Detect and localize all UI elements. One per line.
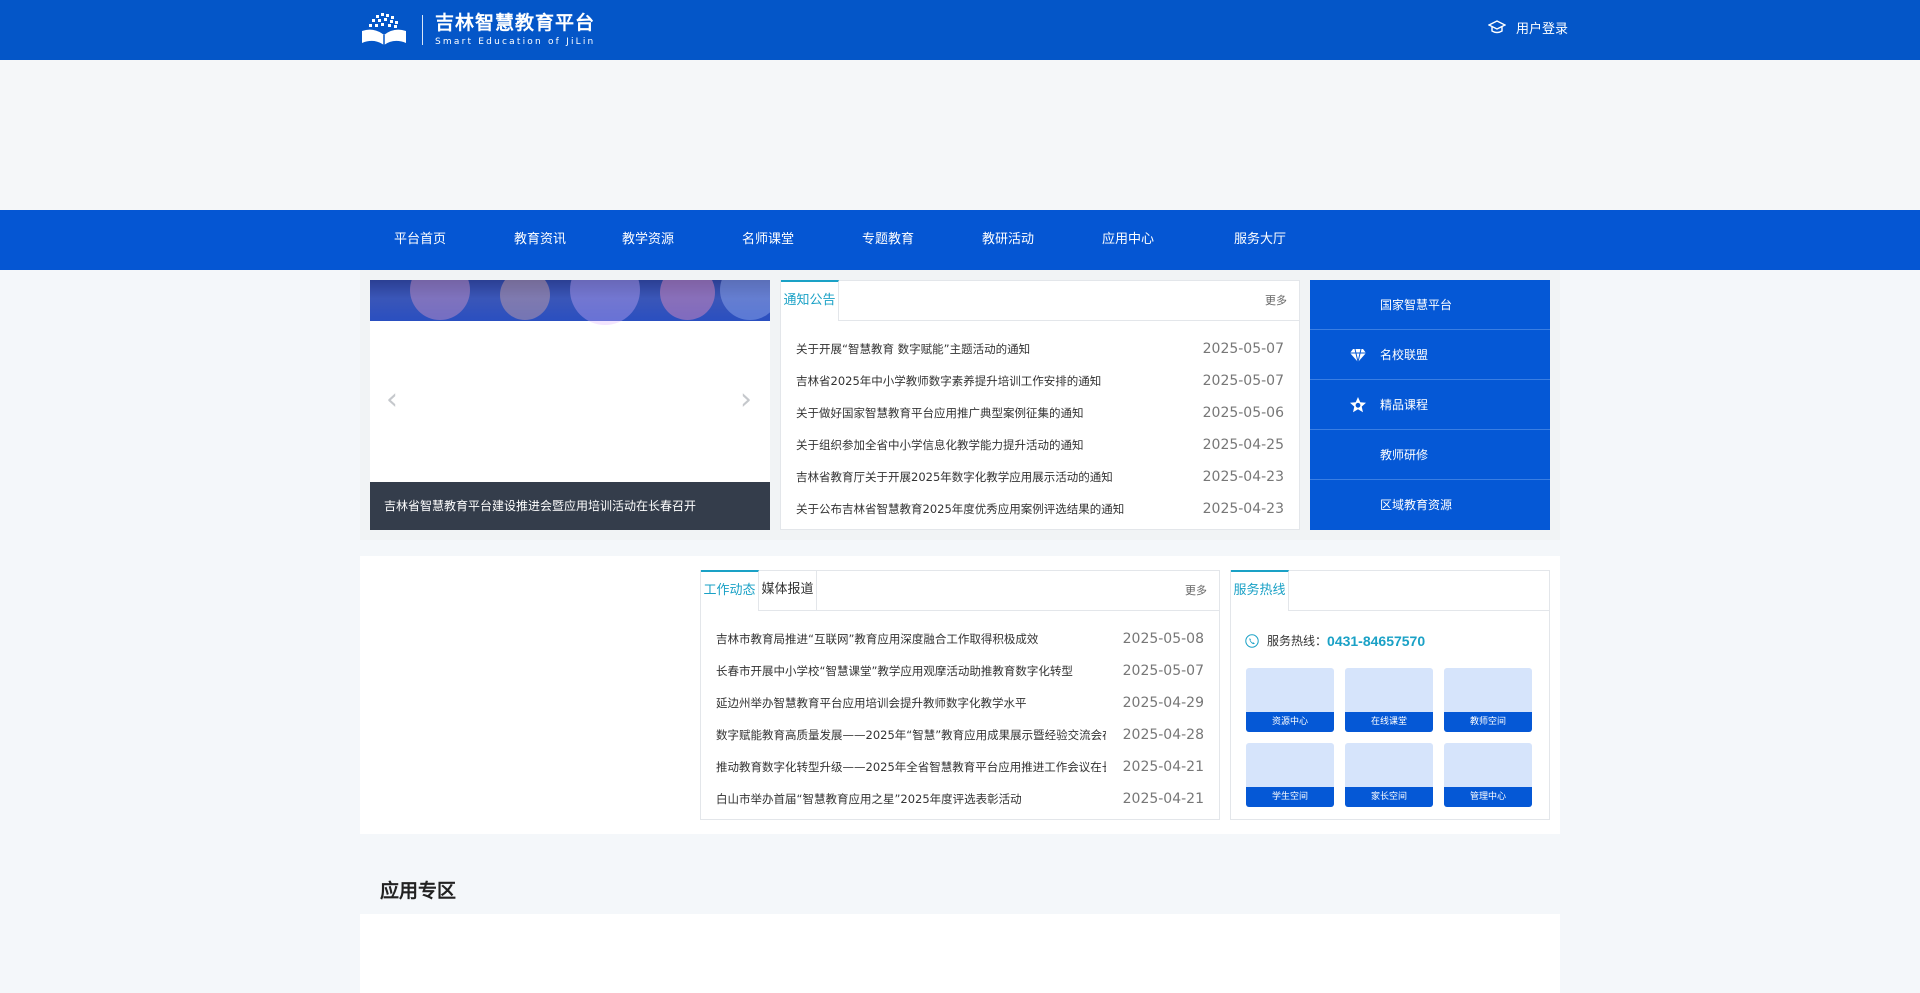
quick-link-menu: 国家智慧平台 名校联盟 精品课程 教师研修 区域教育资源 [1310,280,1550,530]
carousel-prev-arrow-icon[interactable]: ‹ [386,385,398,415]
nav-item-news[interactable]: 教育资讯 [514,210,566,270]
login-label: 用户登录 [1516,22,1569,37]
hotline-number: 0431-84657570 [1327,632,1426,649]
notice-more-link[interactable]: 更多 [1265,281,1287,321]
top-header: 吉林智慧教育平台 Smart Education of JiLin 用户登录 [0,0,1920,60]
nav-item-classroom[interactable]: 名师课堂 [742,210,794,270]
update-item[interactable]: 数字赋能教育高质量发展——2025年“智慧”教育应用成果展示暨经验交流会在四平市… [716,719,1106,751]
notice-item[interactable]: 关于做好国家智慧教育平台应用推广典型案例征集的通知 [796,397,1084,429]
update-date: 2025-05-08 [1122,631,1204,647]
update-item[interactable]: 延边州举办智慧教育平台应用培训会提升教师数字化教学水平 [716,687,1027,719]
section-title: 应用专区 [380,880,457,902]
carousel-next-arrow-icon[interactable]: › [740,385,752,415]
nav-item-resources[interactable]: 教学资源 [622,210,674,270]
menu-item-label: 精品课程 [1380,398,1429,412]
tab-service-hotline[interactable]: 服务热线 [1231,570,1289,611]
notice-box-header: 通知公告 更多 [781,280,1299,321]
nav-item-home[interactable]: 平台首页 [394,210,446,270]
notice-item[interactable]: 吉林省教育厅关于开展2025年数字化教学应用展示活动的通知 [796,461,1113,493]
notice-item[interactable]: 关于组织参加全省中小学信息化教学能力提升活动的通知 [796,429,1084,461]
tab-work-updates[interactable]: 工作动态 [701,570,759,611]
notice-item[interactable]: 关于公布吉林省智慧教育2025年度优秀应用案例评选结果的通知 [796,493,1124,525]
updates-box-header: 工作动态 媒体报道 更多 [701,570,1219,611]
service-tile-label: 在线课堂 [1345,712,1433,732]
section-content [360,914,1560,993]
update-date: 2025-04-21 [1122,759,1204,775]
diamond-icon [1350,348,1366,363]
update-date: 2025-04-29 [1122,695,1204,711]
banner-area [0,60,1920,210]
login-link[interactable]: 用户登录 [1488,18,1568,37]
main-nav: 平台首页 教育资讯 教学资源 名师课堂 专题教育 教研活动 应用中心 服务大厅 [0,210,1920,270]
update-date: 2025-05-07 [1122,663,1204,679]
image-carousel[interactable]: ‹ › 吉林省智慧教育平台建设推进会暨应用培训活动在长春召开 [370,280,770,530]
service-tile[interactable]: 教师空间 [1444,668,1532,732]
service-tile[interactable]: 在线课堂 [1345,668,1433,732]
star-badge-icon [1350,397,1366,413]
update-item[interactable]: 白山市举办首届“智慧教育应用之星”2025年度评选表彰活动 [716,783,1022,815]
notice-item[interactable]: 吉林省2025年中小学教师数字素养提升培训工作安排的通知 [796,365,1101,397]
service-tile-label: 管理中心 [1444,787,1532,807]
notice-date: 2025-04-23 [1202,501,1284,517]
hotline-separator: ： [1315,634,1328,648]
logo-divider [422,15,423,45]
notice-date: 2025-05-07 [1202,373,1284,389]
updates-box: 工作动态 媒体报道 更多 吉林市教育局推进“互联网”教育应用深度融合工作取得积极… [700,570,1220,820]
menu-item-regional-resources[interactable]: 区域教育资源 [1310,480,1550,530]
service-tile[interactable]: 家长空间 [1345,743,1433,807]
open-book-logo-icon [362,13,406,45]
notice-date: 2025-05-06 [1202,405,1284,421]
menu-item-teacher-training[interactable]: 教师研修 [1310,430,1550,480]
hotline-label: 服务热线 [1267,634,1316,648]
logo-subtitle: Smart Education of JiLin [435,37,596,47]
updates-more-link[interactable]: 更多 [1185,571,1207,611]
notice-date: 2025-04-23 [1202,469,1284,485]
carousel-image [370,280,770,325]
graduation-cap-icon [1488,19,1506,33]
notice-date: 2025-05-07 [1202,341,1284,357]
service-tile[interactable]: 学生空间 [1246,743,1334,807]
hotline-info: 服务热线 ： 0431-84657570 [1245,632,1425,649]
phone-icon [1245,633,1259,648]
nav-item-apps[interactable]: 应用中心 [1102,210,1154,270]
update-item[interactable]: 长春市开展中小学校“智慧课堂”教学应用观摩活动助推教育数字化转型 [716,655,1073,687]
menu-item-national-platform[interactable]: 国家智慧平台 [1310,280,1550,330]
service-tile-label: 家长空间 [1345,787,1433,807]
site-logo[interactable]: 吉林智慧教育平台 Smart Education of JiLin [360,11,595,49]
nav-item-topics[interactable]: 专题教育 [862,210,914,270]
notice-item[interactable]: 关于开展“智慧教育 数字赋能”主题活动的通知 [796,333,1030,365]
service-tile-label: 学生空间 [1246,787,1334,807]
notice-box: 通知公告 更多 关于开展“智慧教育 数字赋能”主题活动的通知 2025-05-0… [780,280,1300,530]
service-box-header: 服务热线 [1231,570,1549,611]
tab-notices[interactable]: 通知公告 [781,280,839,321]
menu-item-label: 国家智慧平台 [1380,298,1453,312]
carousel-caption[interactable]: 吉林省智慧教育平台建设推进会暨应用培训活动在长春召开 [370,482,770,530]
update-item[interactable]: 吉林市教育局推进“互联网”教育应用深度融合工作取得积极成效 [716,623,1038,655]
tab-media-reports[interactable]: 媒体报道 [759,570,817,611]
update-date: 2025-04-21 [1122,791,1204,807]
nav-item-services[interactable]: 服务大厅 [1234,210,1286,270]
notice-date: 2025-04-25 [1202,437,1284,453]
update-date: 2025-04-28 [1122,727,1204,743]
menu-item-label: 区域教育资源 [1380,498,1453,512]
service-tile[interactable]: 管理中心 [1444,743,1532,807]
menu-item-label: 教师研修 [1380,448,1429,462]
service-tile-label: 资源中心 [1246,712,1334,732]
menu-item-label: 名校联盟 [1380,348,1429,362]
update-item[interactable]: 推动教育数字化转型升级——2025年全省智慧教育平台应用推进工作会议在长春召开取… [716,751,1106,783]
logo-text: 吉林智慧教育平台 Smart Education of JiLin [435,12,595,48]
service-tile[interactable]: 资源中心 [1246,668,1334,732]
logo-title: 吉林智慧教育平台 [435,12,596,34]
service-tile-label: 教师空间 [1444,712,1532,732]
menu-item-quality-courses[interactable]: 精品课程 [1310,380,1550,430]
nav-item-research[interactable]: 教研活动 [982,210,1034,270]
menu-item-school-alliance[interactable]: 名校联盟 [1310,330,1550,380]
